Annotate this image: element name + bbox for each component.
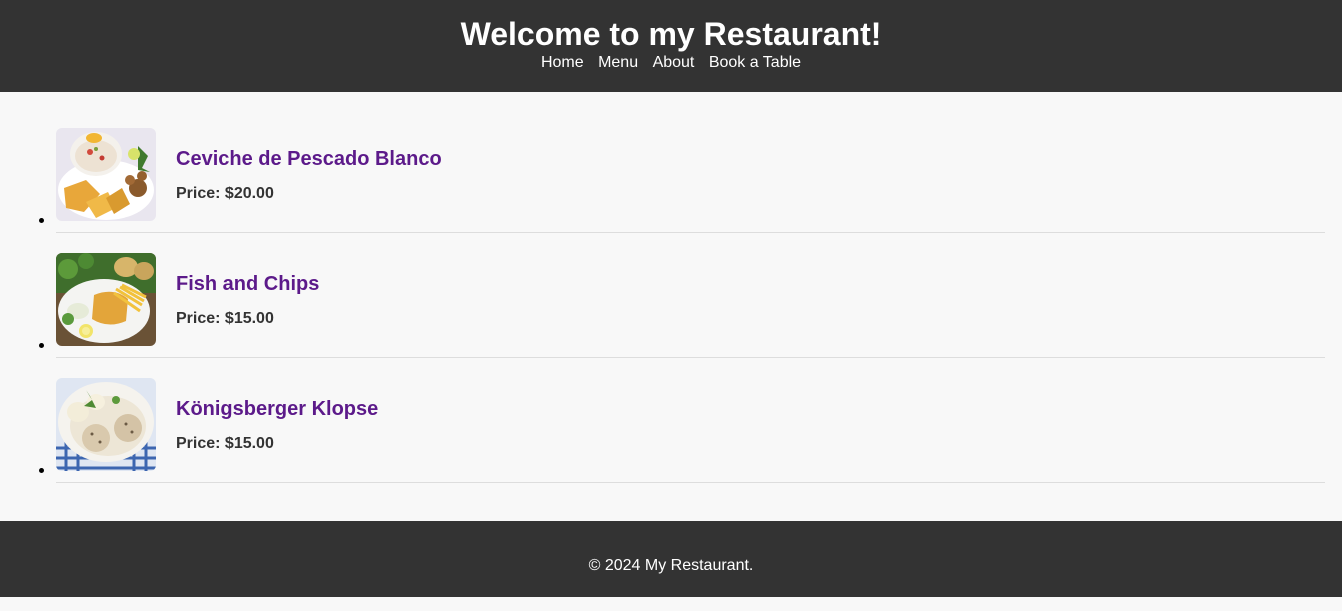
- item-name: Ceviche de Pescado Blanco: [176, 148, 442, 170]
- fish-and-chips-image: [56, 253, 156, 346]
- ceviche-image: [56, 128, 156, 221]
- page-title: Welcome to my Restaurant!: [460, 16, 882, 52]
- menu-section: Ceviche de Pescado Blanco Price: $20.00: [0, 92, 1342, 483]
- menu-item: Königsberger Klopse Price: $15.00: [39, 378, 1325, 483]
- list-bullet: [39, 218, 44, 223]
- item-price: Price: $20.00: [176, 185, 274, 202]
- site-header: Welcome to my Restaurant! Home Menu Abou…: [0, 0, 1342, 92]
- koenigsberger-klopse-image: [56, 378, 156, 471]
- item-name: Fish and Chips: [176, 273, 320, 295]
- nav-home-link[interactable]: Home: [541, 54, 584, 71]
- site-footer: © 2024 My Restaurant.: [0, 521, 1342, 597]
- main-nav: Home Menu About Book a Table: [0, 52, 1342, 74]
- nav-about-link[interactable]: About: [653, 54, 695, 71]
- menu-item: Ceviche de Pescado Blanco Price: $20.00: [39, 128, 1325, 233]
- item-info: Ceviche de Pescado Blanco Price: $20.00: [176, 147, 442, 203]
- nav-book-table-link[interactable]: Book a Table: [709, 54, 801, 71]
- copyright-text: © 2024 My Restaurant.: [588, 557, 754, 574]
- nav-menu-link[interactable]: Menu: [598, 54, 638, 71]
- item-info: Königsberger Klopse Price: $15.00: [176, 397, 378, 453]
- item-name: Königsberger Klopse: [176, 398, 379, 420]
- item-price: Price: $15.00: [176, 310, 274, 327]
- list-bullet: [39, 343, 44, 348]
- item-info: Fish and Chips Price: $15.00: [176, 272, 319, 328]
- menu-item: Fish and Chips Price: $15.00: [39, 253, 1325, 358]
- list-bullet: [39, 468, 44, 473]
- item-price: Price: $15.00: [176, 435, 274, 452]
- menu-list: Ceviche de Pescado Blanco Price: $20.00: [0, 128, 1325, 483]
